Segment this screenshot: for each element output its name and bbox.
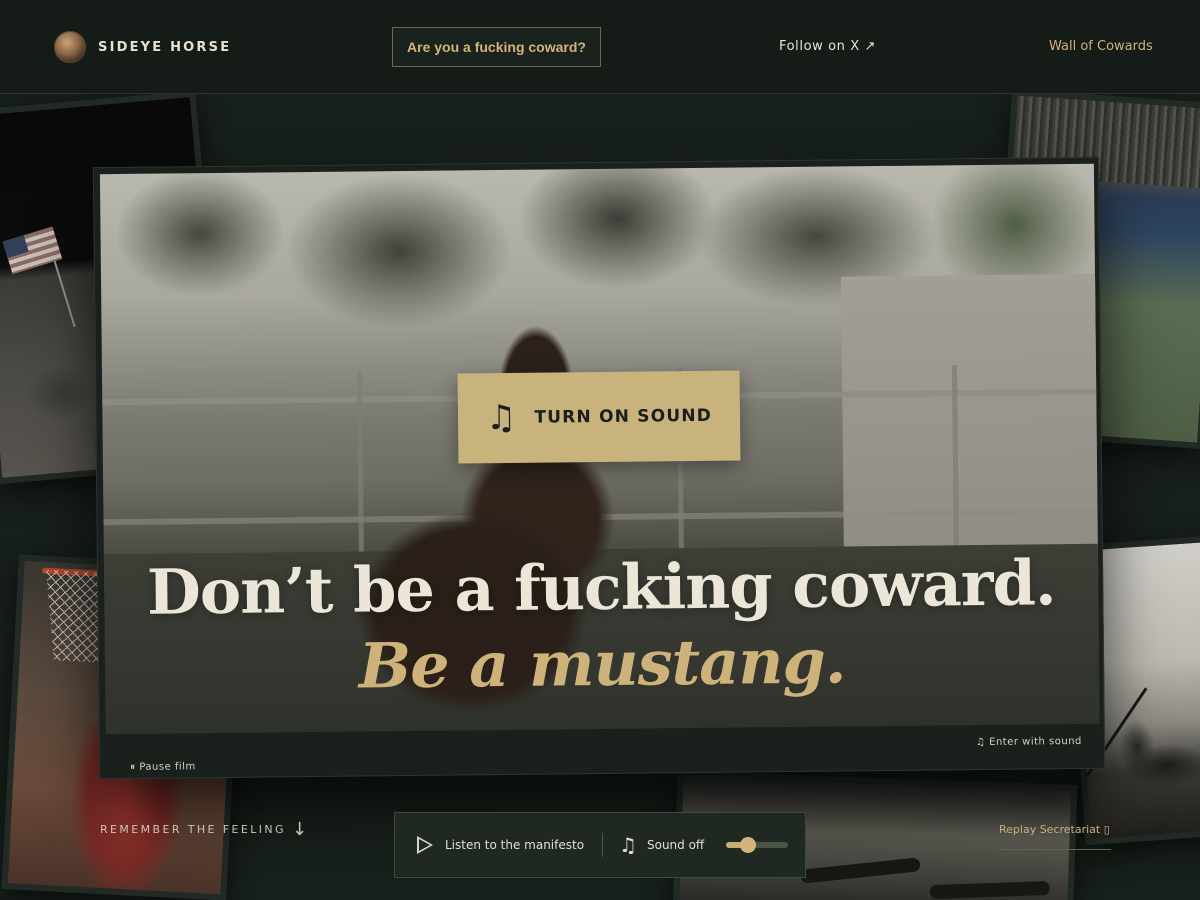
- us-flag: [2, 226, 63, 275]
- follow-on-x-link[interactable]: Follow on X ↗: [779, 39, 876, 54]
- sound-off-toggle[interactable]: Sound off: [647, 838, 704, 852]
- hero-subline: Be a mustang.: [358, 624, 846, 703]
- turn-on-sound-label: TURN ON SOUND: [534, 405, 713, 428]
- hero-headline: Don’t be a fucking coward.: [146, 546, 1056, 629]
- divider: [602, 833, 604, 857]
- music-note-icon: ♫: [485, 397, 517, 439]
- site-header: SIDEYE HORSE Are you a fucking coward? F…: [0, 0, 1200, 94]
- music-note-icon[interactable]: ♫: [619, 833, 637, 857]
- listen-manifesto-button[interactable]: Listen to the manifesto: [445, 838, 584, 852]
- brand-name: SIDEYE HORSE: [98, 39, 232, 55]
- volume-slider[interactable]: [726, 837, 789, 853]
- pause-film-button[interactable]: ⏸ Pause film: [130, 761, 196, 773]
- jet-silhouette: [799, 857, 921, 884]
- wall-of-cowards-link[interactable]: Wall of Cowards: [1049, 39, 1153, 54]
- arrow-down-icon[interactable]: ↓: [292, 819, 307, 840]
- coward-quiz-button[interactable]: Are you a fucking coward?: [392, 27, 601, 67]
- turn-on-sound-button[interactable]: ♫ TURN ON SOUND: [457, 370, 741, 464]
- hero-video-card: Don’t be a fucking coward. Be a mustang.…: [92, 156, 1106, 780]
- enter-with-sound-link[interactable]: ♫ Enter with sound: [976, 736, 1082, 748]
- jet-silhouette: [929, 880, 1050, 900]
- brand[interactable]: SIDEYE HORSE: [54, 31, 231, 63]
- soldiers-silhouette: [1091, 690, 1200, 801]
- audio-player-bar: Listen to the manifesto ♫ Sound off: [394, 812, 806, 878]
- play-icon[interactable]: [417, 836, 433, 854]
- replay-secretariat-link[interactable]: Replay Secretariat ▯: [999, 823, 1111, 850]
- brand-avatar: [54, 31, 86, 63]
- remember-the-feeling-label[interactable]: REMEMBER THE FEELING: [100, 823, 286, 836]
- volume-slider-knob[interactable]: [739, 837, 756, 853]
- stable-wall: [841, 273, 1100, 577]
